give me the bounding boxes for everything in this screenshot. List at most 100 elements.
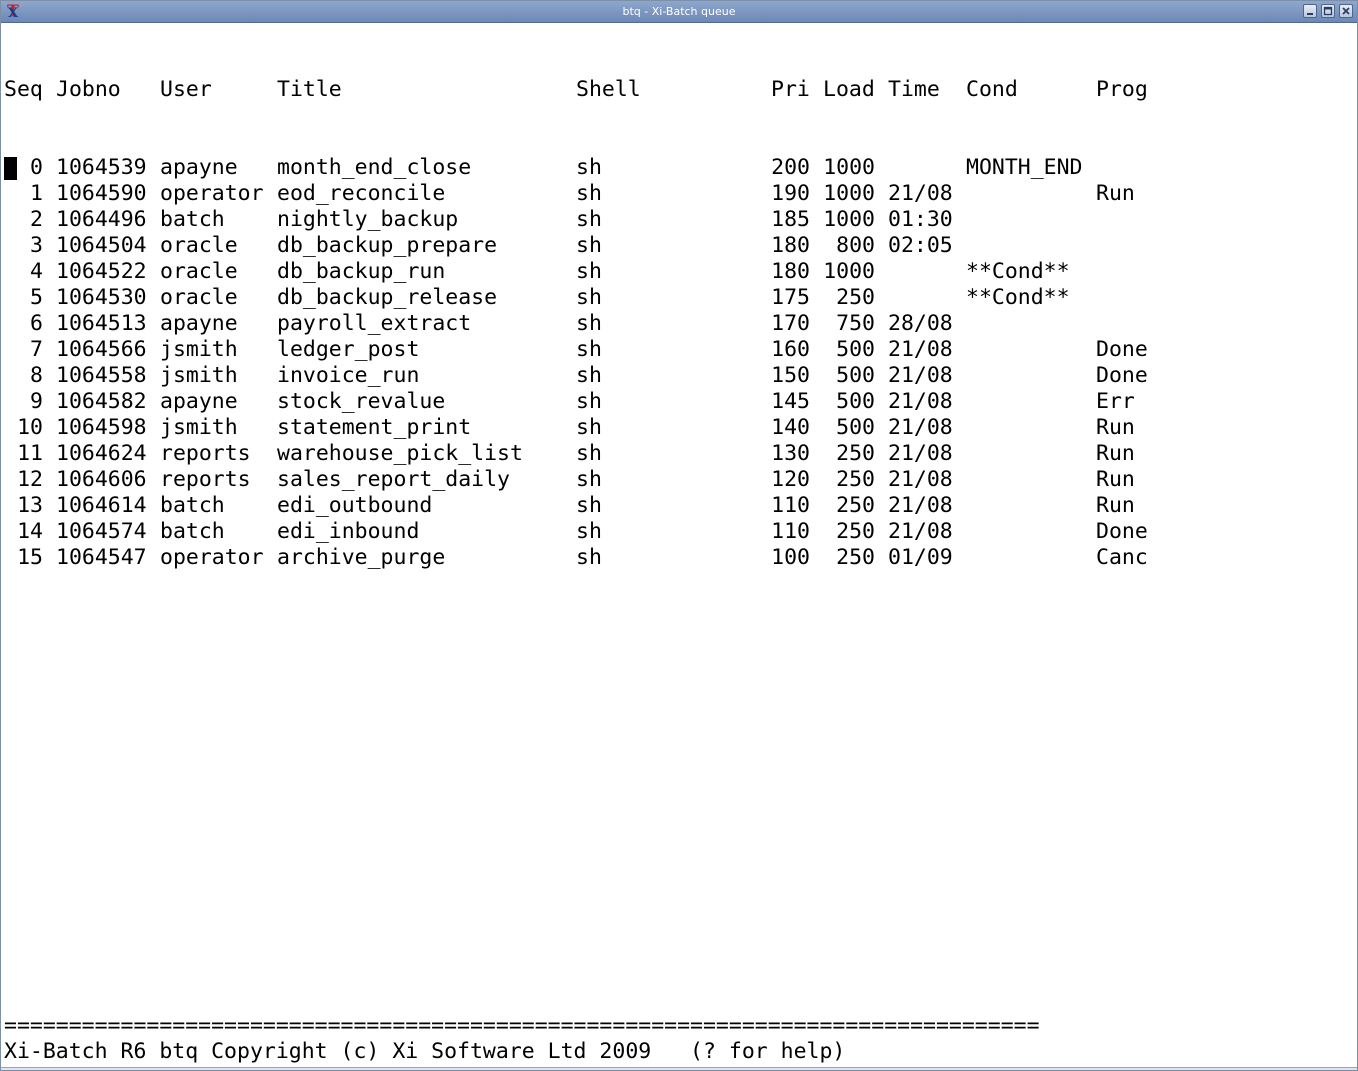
- job-seq-cell: 6: [30, 311, 43, 336]
- job-row[interactable]: 6 1064513 apayne payroll_extract sh 170 750 28/…: [4, 311, 1354, 337]
- job-user-cell: operator: [160, 545, 264, 570]
- column-header-row: Seq Jobno User Title Shell Pri Load Time…: [4, 77, 1354, 103]
- footer-separator: ========================================…: [4, 1013, 1040, 1038]
- header-load: Load: [823, 77, 875, 102]
- job-jobno-cell: 1064530: [56, 285, 147, 310]
- job-seq-cell: 0: [30, 155, 43, 180]
- title-bar[interactable]: TX btq - Xi-Batch queue: [1, 1, 1357, 23]
- job-load-cell: 1000: [823, 155, 875, 180]
- job-pri-cell: 175: [771, 285, 810, 310]
- job-load-cell: 250: [836, 467, 875, 492]
- job-pri-cell: 120: [771, 467, 810, 492]
- job-user-cell: apayne: [160, 389, 238, 414]
- job-time-cell: 21/08: [888, 181, 953, 206]
- job-user-cell: apayne: [160, 311, 238, 336]
- job-row[interactable]: 2 1064496 batch nightly_backup sh 185 1000 01:3…: [4, 207, 1354, 233]
- job-seq-cell: 13: [17, 493, 43, 518]
- job-row[interactable]: 12 1064606 reports sales_report_daily sh 120 2…: [4, 467, 1354, 493]
- job-load-cell: 500: [836, 363, 875, 388]
- job-prog-cell: Done: [1096, 519, 1148, 544]
- job-title-cell: payroll_extract: [277, 311, 472, 336]
- job-row[interactable]: 8 1064558 jsmith invoice_run sh 150 500 21/08 Do…: [4, 363, 1354, 389]
- header-pri: Pri: [771, 77, 810, 102]
- minimize-button[interactable]: [1303, 4, 1317, 18]
- job-load-cell: 500: [836, 415, 875, 440]
- job-row[interactable]: 13 1064614 batch edi_outbound sh 110 250 21/08 R…: [4, 493, 1354, 519]
- job-pri-cell: 185: [771, 207, 810, 232]
- job-seq-cell: 5: [30, 285, 43, 310]
- job-title-cell: sales_report_daily: [277, 467, 510, 492]
- job-jobno-cell: 1064614: [56, 493, 147, 518]
- job-seq-cell: 15: [17, 545, 43, 570]
- job-time-cell: 01/09: [888, 545, 953, 570]
- job-user-cell: batch: [160, 493, 225, 518]
- minimize-icon: [1307, 13, 1313, 15]
- job-row[interactable]: 15 1064547 operator archive_purge sh 100 250 01…: [4, 545, 1354, 571]
- job-prog-cell: Run: [1096, 467, 1135, 492]
- job-load-cell: 1000: [823, 181, 875, 206]
- job-shell-cell: sh: [576, 285, 602, 310]
- close-button[interactable]: [1339, 4, 1353, 18]
- job-row[interactable]: 7 1064566 jsmith ledger_post sh 160 500 21/08 Do…: [4, 337, 1354, 363]
- job-seq-cell: 7: [30, 337, 43, 362]
- maximize-icon: [1323, 6, 1333, 16]
- header-time: Time: [888, 77, 940, 102]
- job-title-cell: ledger_post: [277, 337, 420, 362]
- job-row[interactable]: 3 1064504 oracle db_backup_prepare sh 180 800 0…: [4, 233, 1354, 259]
- job-shell-cell: sh: [576, 441, 602, 466]
- job-prog-cell: Done: [1096, 337, 1148, 362]
- job-pri-cell: 150: [771, 363, 810, 388]
- job-row[interactable]: 9 1064582 apayne stock_revalue sh 145 500 21/08…: [4, 389, 1354, 415]
- job-shell-cell: sh: [576, 311, 602, 336]
- job-user-cell: apayne: [160, 155, 238, 180]
- job-jobno-cell: 1064504: [56, 233, 147, 258]
- job-jobno-cell: 1064590: [56, 181, 147, 206]
- header-prog: Prog: [1096, 77, 1148, 102]
- job-user-cell: oracle: [160, 259, 238, 284]
- job-shell-cell: sh: [576, 363, 602, 388]
- job-time-cell: 21/08: [888, 441, 953, 466]
- window-bottom-border: [1, 1067, 1357, 1070]
- job-title-cell: statement_print: [277, 415, 472, 440]
- job-jobno-cell: 1064574: [56, 519, 147, 544]
- job-pri-cell: 145: [771, 389, 810, 414]
- job-row[interactable]: 1 1064590 operator eod_reconcile sh 190 1000 21…: [4, 181, 1354, 207]
- header-user: User: [160, 77, 212, 102]
- job-shell-cell: sh: [576, 181, 602, 206]
- job-load-cell: 250: [836, 493, 875, 518]
- close-icon: [1342, 7, 1350, 15]
- job-jobno-cell: 1064624: [56, 441, 147, 466]
- job-user-cell: batch: [160, 519, 225, 544]
- job-user-cell: jsmith: [160, 337, 238, 362]
- job-queue-list[interactable]: Seq Jobno User Title Shell Pri Load Time…: [4, 25, 1354, 1065]
- job-seq-cell: 4: [30, 259, 43, 284]
- job-row[interactable]: 4 1064522 oracle db_backup_run sh 180 1000 **Co…: [4, 259, 1354, 285]
- terminal-window: TX btq - Xi-Batch queue Seq Jobno User T…: [0, 0, 1358, 1071]
- job-prog-cell: Err: [1096, 389, 1135, 414]
- job-jobno-cell: 1064539: [56, 155, 147, 180]
- job-load-cell: 1000: [823, 259, 875, 284]
- job-rows: 0 1064539 apayne month_end_close sh 200 1000 MO…: [4, 155, 1354, 571]
- job-row[interactable]: 0 1064539 apayne month_end_close sh 200 1000 MO…: [4, 155, 1354, 181]
- job-shell-cell: sh: [576, 415, 602, 440]
- job-pri-cell: 140: [771, 415, 810, 440]
- job-time-cell: 21/08: [888, 337, 953, 362]
- job-title-cell: nightly_backup: [277, 207, 459, 232]
- job-title-cell: edi_outbound: [277, 493, 433, 518]
- job-jobno-cell: 1064522: [56, 259, 147, 284]
- header-seq: Seq: [4, 77, 43, 102]
- job-shell-cell: sh: [576, 519, 602, 544]
- job-seq-cell: 12: [17, 467, 43, 492]
- job-row[interactable]: 11 1064624 reports warehouse_pick_list sh 130…: [4, 441, 1354, 467]
- job-prog-cell: Run: [1096, 181, 1135, 206]
- job-user-cell: reports: [160, 441, 251, 466]
- header-shell: Shell: [576, 77, 641, 102]
- job-row[interactable]: 5 1064530 oracle db_backup_release sh 175 250 *…: [4, 285, 1354, 311]
- job-row[interactable]: 10 1064598 jsmith statement_print sh 140 500 21…: [4, 415, 1354, 441]
- job-jobno-cell: 1064598: [56, 415, 147, 440]
- maximize-button[interactable]: [1321, 4, 1335, 18]
- job-shell-cell: sh: [576, 207, 602, 232]
- job-row[interactable]: 14 1064574 batch edi_inbound sh 110 250 21/08 Do…: [4, 519, 1354, 545]
- job-cond-cell: **Cond**: [966, 259, 1070, 284]
- job-pri-cell: 160: [771, 337, 810, 362]
